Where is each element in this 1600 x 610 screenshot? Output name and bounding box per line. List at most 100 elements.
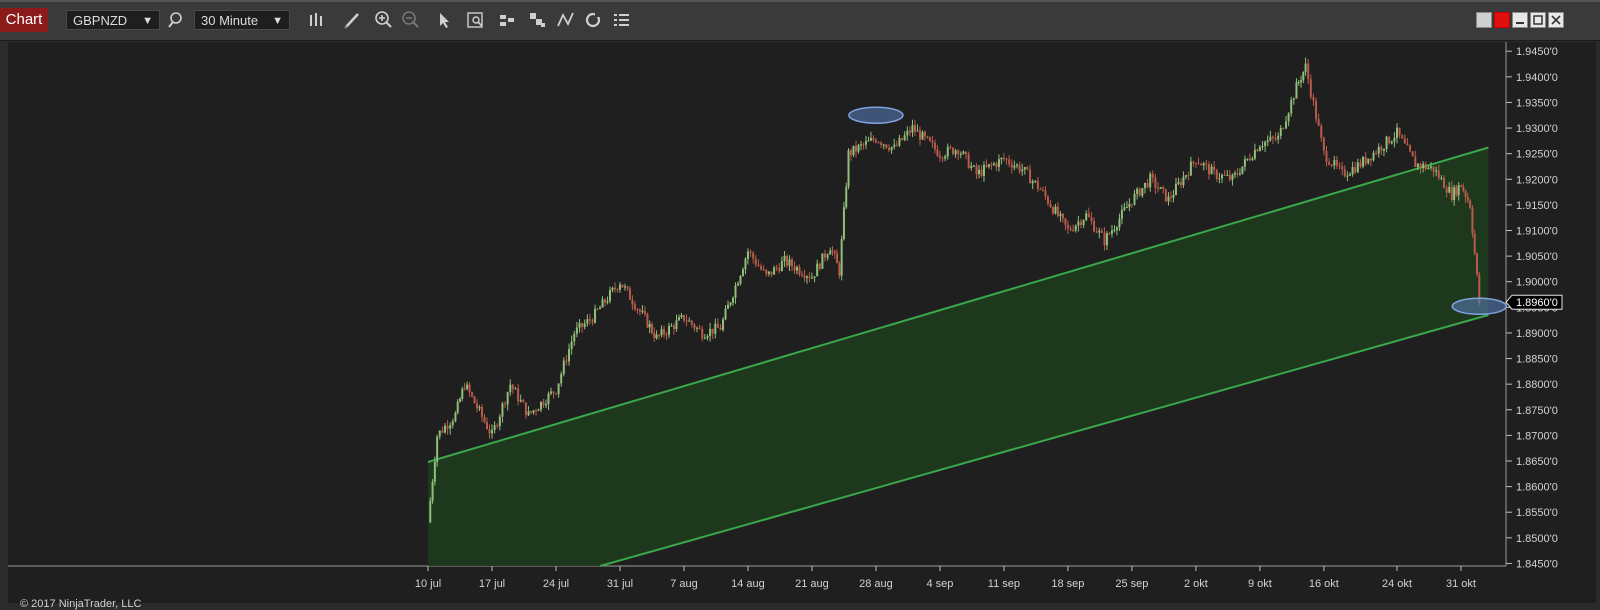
candle-body <box>486 421 489 430</box>
candle-body <box>1095 231 1098 233</box>
pencil-draw-icon[interactable] <box>342 10 364 30</box>
candle-body <box>1113 229 1116 231</box>
data-box-icon[interactable] <box>465 10 487 30</box>
candle-body <box>1074 225 1077 231</box>
candle-body <box>1125 207 1128 209</box>
candle-body <box>609 290 612 302</box>
candle-body <box>1473 233 1476 254</box>
candle-body <box>604 299 607 303</box>
candle-body <box>1162 187 1165 189</box>
candle-body <box>736 283 739 286</box>
candle-body <box>938 155 941 158</box>
candle-body <box>1029 169 1032 184</box>
candle-body <box>1136 188 1139 194</box>
candle-body <box>788 259 791 266</box>
price-tick-label: 1.9400'0 <box>1516 72 1558 84</box>
chart-tab[interactable]: Chart <box>0 8 48 32</box>
candle-body <box>1200 163 1203 166</box>
candle-body <box>847 150 850 187</box>
candle-body <box>463 388 466 390</box>
zoom-in-icon[interactable] <box>373 10 395 30</box>
candle-body <box>1044 190 1047 197</box>
zoom-out-icon[interactable] <box>400 10 422 30</box>
candle-body <box>903 135 906 140</box>
candle-body <box>808 276 811 279</box>
candle-body <box>746 251 749 259</box>
candle-body <box>1290 99 1293 114</box>
pointer-icon[interactable] <box>434 10 456 30</box>
candle-body <box>1422 163 1425 168</box>
candle-body <box>1207 164 1210 175</box>
candle-body <box>514 388 517 390</box>
time-tick-label: 7 aug <box>670 578 698 590</box>
candle-body <box>680 315 683 318</box>
candle-body <box>936 149 939 156</box>
candle-body <box>1202 163 1205 166</box>
close-icon[interactable] <box>1494 12 1510 28</box>
candle-body <box>438 430 441 437</box>
candle-body <box>1457 185 1460 196</box>
candle-body <box>1445 188 1448 193</box>
candle-body <box>1105 233 1108 246</box>
candle-body <box>821 253 824 269</box>
candle-body <box>877 142 880 144</box>
candle-body <box>611 287 614 291</box>
candle-body <box>586 319 589 324</box>
candle-body <box>803 275 806 278</box>
candle-body <box>1120 209 1123 219</box>
candle-body <box>1333 159 1336 166</box>
candle-body <box>1051 207 1054 214</box>
price-chart[interactable]: 1.9450'0 1.9400'0 1.9350'0 1.9300'0 1.9250'0… <box>8 42 1596 603</box>
candle-body <box>1015 164 1018 166</box>
indicators-icon[interactable] <box>497 10 519 30</box>
candle-body <box>987 164 990 167</box>
candle-body <box>1307 63 1310 80</box>
candle-body <box>451 421 454 426</box>
candle-body <box>923 131 926 137</box>
properties-icon[interactable] <box>611 10 633 30</box>
candle-body <box>1343 169 1346 177</box>
candle-body <box>1302 71 1305 81</box>
candle-body <box>765 269 768 275</box>
instrument-selector[interactable]: GBPNZD ▼ <box>66 10 160 30</box>
candle-body <box>813 276 816 278</box>
candle-body <box>1274 138 1277 140</box>
restore-icon[interactable] <box>1476 12 1492 28</box>
candle-body <box>1248 158 1251 161</box>
candle-body <box>1115 227 1118 230</box>
candle-body <box>898 138 901 146</box>
refresh-icon[interactable] <box>582 10 604 30</box>
candle-body <box>805 276 808 278</box>
maximize-icon[interactable] <box>1530 12 1546 28</box>
candle-body <box>1443 177 1446 189</box>
candle-body <box>461 388 464 399</box>
candle-body <box>1403 138 1406 144</box>
candle-body <box>933 142 936 150</box>
candle-body <box>818 263 821 269</box>
search-icon[interactable] <box>165 10 187 30</box>
candle-body <box>760 266 763 270</box>
bar-type-icon[interactable] <box>306 10 328 30</box>
candle-body <box>997 159 1000 168</box>
toolbar-top-border <box>0 0 1600 2</box>
chart-panel[interactable]: 1.9450'0 1.9400'0 1.9350'0 1.9300'0 1.9250'0… <box>8 42 1596 610</box>
candle-body <box>824 253 827 258</box>
candle-body <box>1192 161 1195 163</box>
candle-body <box>831 250 834 252</box>
price-tick-label: 1.9300'0 <box>1516 123 1558 135</box>
candle-body <box>504 403 507 405</box>
minimize-icon[interactable] <box>1512 12 1528 28</box>
close-window-icon[interactable] <box>1548 12 1564 28</box>
candle-body <box>1398 127 1401 136</box>
drawing-tools-icon[interactable] <box>555 10 577 30</box>
candle-body <box>456 401 459 413</box>
candle-body <box>575 327 578 334</box>
candle-body <box>1435 170 1438 172</box>
candle-body <box>653 332 656 339</box>
candle-body <box>618 284 621 290</box>
interval-selector[interactable]: 30 Minute ▼ <box>194 10 290 30</box>
strategies-icon[interactable] <box>527 10 549 30</box>
candle-body <box>1085 213 1088 221</box>
ellipse-annotation <box>1451 297 1508 316</box>
candle-body <box>468 384 471 393</box>
